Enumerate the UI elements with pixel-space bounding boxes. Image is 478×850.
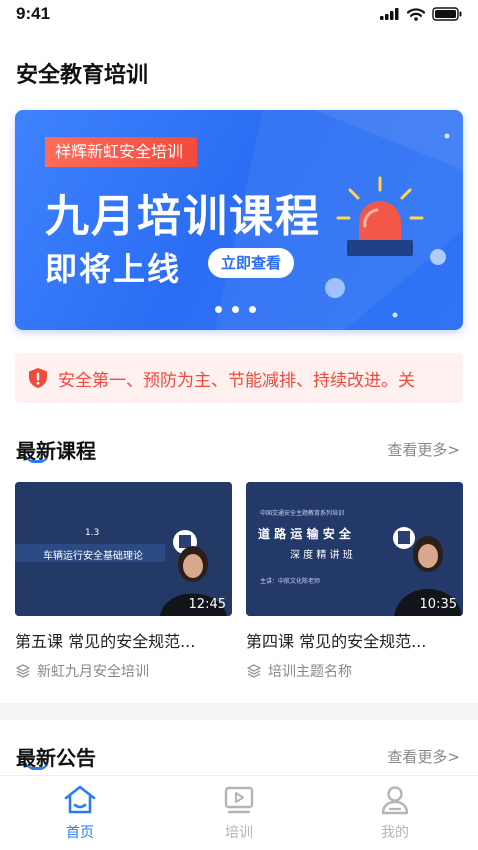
status-time: 9:41 bbox=[16, 4, 51, 23]
tab-label: 首页 bbox=[66, 825, 94, 841]
course-meta: 新虹九月安全培训 bbox=[15, 661, 232, 681]
slide-number: 1.3 bbox=[85, 528, 100, 538]
home-icon bbox=[64, 785, 96, 814]
video-duration: 10:35 bbox=[419, 597, 457, 612]
tab-training[interactable]: 培训 bbox=[199, 784, 279, 842]
slide-heading: 道 路 运 输 安 全 bbox=[258, 527, 351, 541]
latest-notices-more-link[interactable]: 查看更多> bbox=[387, 746, 460, 767]
slide-caption: 车辆运行安全基础理论 bbox=[43, 551, 143, 562]
course-meta: 培训主题名称 bbox=[246, 661, 463, 681]
battery-icon bbox=[432, 7, 462, 21]
course-card[interactable]: 中国交通安全主题教育系列培训 道 路 运 输 安 全 深 度 精 讲 班 主讲：… bbox=[246, 482, 463, 681]
user-icon bbox=[381, 786, 409, 815]
play-icon bbox=[224, 786, 254, 814]
status-bar: 9:41 bbox=[0, 0, 478, 34]
latest-courses-more-link[interactable]: 查看更多> bbox=[387, 439, 460, 460]
page-title: 安全教育培训 bbox=[16, 63, 149, 88]
notice-text: 安全第一、预防为主、节能减排、持续改进。关 bbox=[58, 371, 415, 391]
course-thumbnail[interactable]: 1.3 车辆运行安全基础理论 12:45 bbox=[15, 482, 232, 616]
shield-alert-icon bbox=[29, 368, 47, 388]
course-category: 新虹九月安全培训 bbox=[37, 664, 149, 680]
carousel-dot[interactable] bbox=[249, 306, 256, 313]
slide-heading-top: 中国交通安全主题教育系列培训 bbox=[260, 510, 345, 517]
layers-icon bbox=[247, 664, 261, 678]
signal-icon bbox=[380, 8, 399, 20]
bottom-tab-bar: 首页 培训 我的 bbox=[0, 775, 478, 850]
course-thumbnail[interactable]: 中国交通安全主题教育系列培训 道 路 运 输 安 全 深 度 精 讲 班 主讲：… bbox=[246, 482, 463, 616]
course-category: 培训主题名称 bbox=[268, 664, 352, 680]
banner-tag: 祥辉新虹安全培训 bbox=[45, 137, 198, 167]
chevron-right-icon: > bbox=[447, 748, 460, 766]
carousel-dot[interactable] bbox=[232, 306, 239, 313]
tab-label: 我的 bbox=[381, 825, 409, 841]
wifi-icon bbox=[407, 7, 425, 21]
slide-lecturer: 主讲：中航文化陈老师 bbox=[260, 578, 321, 585]
video-duration: 12:45 bbox=[188, 597, 226, 612]
tab-mine[interactable]: 我的 bbox=[355, 784, 435, 842]
status-icons bbox=[380, 7, 462, 21]
chevron-right-icon: > bbox=[447, 441, 460, 459]
layers-icon bbox=[16, 664, 30, 678]
slide-subheading: 深 度 精 讲 班 bbox=[290, 550, 353, 561]
banner-subtitle: 即将上线 bbox=[45, 250, 182, 288]
siren-icon bbox=[336, 176, 424, 256]
promo-banner[interactable]: 祥辉新虹安全培训 九月培训课程 即将上线 立即查看 bbox=[15, 110, 463, 330]
course-title[interactable]: 第四课 常见的安全规范... bbox=[246, 628, 463, 652]
safety-notice-bar[interactable]: 安全第一、预防为主、节能减排、持续改进。关 bbox=[15, 353, 463, 403]
course-title[interactable]: 第五课 常见的安全规范... bbox=[15, 628, 232, 652]
course-card[interactable]: 1.3 车辆运行安全基础理论 12:45 第五课 常见的安全规范... 新虹九月… bbox=[15, 482, 232, 681]
more-label: 查看更多 bbox=[387, 441, 448, 459]
tab-home[interactable]: 首页 bbox=[40, 784, 120, 842]
course-video-frame bbox=[246, 482, 463, 616]
carousel-dot[interactable] bbox=[215, 306, 222, 313]
banner-title: 九月培训课程 bbox=[45, 191, 321, 242]
more-label: 查看更多 bbox=[387, 748, 448, 766]
section-divider bbox=[0, 703, 478, 720]
tab-label: 培训 bbox=[225, 825, 253, 841]
carousel-indicator[interactable] bbox=[215, 306, 256, 313]
view-now-button[interactable]: 立即查看 bbox=[208, 248, 294, 278]
